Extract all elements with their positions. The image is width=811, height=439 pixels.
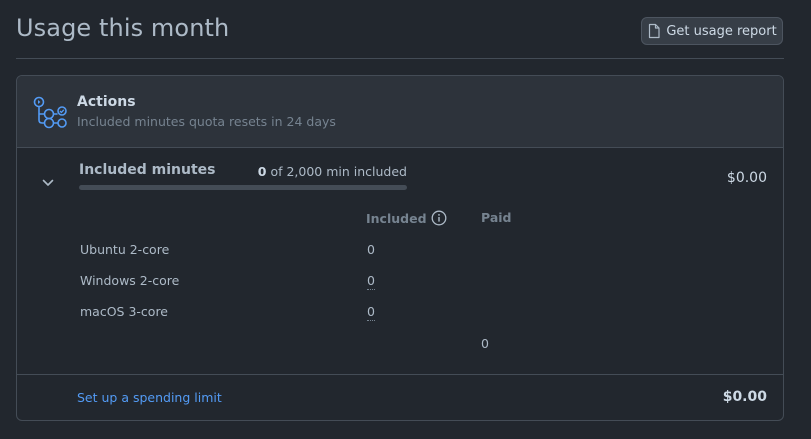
runner-row-included: 0	[367, 242, 375, 257]
included-minutes-summary: 0 of 2,000 min included	[217, 164, 407, 179]
actions-title: Actions	[77, 94, 136, 110]
runner-row-included-wrap: 0	[367, 273, 375, 290]
title-divider	[16, 58, 784, 59]
included-minutes-label: Included minutes	[79, 162, 216, 178]
file-icon	[647, 23, 661, 39]
spending-limit-link[interactable]: Set up a spending limit	[77, 390, 222, 405]
get-usage-report-button[interactable]: Get usage report	[641, 17, 783, 45]
runner-row-label: macOS 3-core	[80, 304, 168, 319]
runner-row-included[interactable]: 0	[367, 304, 375, 321]
get-usage-report-label: Get usage report	[666, 23, 777, 39]
footer-total-amount: $0.00	[722, 389, 767, 405]
chevron-down-icon[interactable]	[41, 173, 55, 192]
included-minutes-progress-bar	[79, 185, 407, 190]
included-column-header: Included	[366, 210, 447, 229]
paid-total: 0	[481, 336, 489, 351]
runner-row-label: Windows 2-core	[80, 273, 180, 288]
footer-divider	[17, 374, 783, 375]
actions-usage-card: Actions Included minutes quota resets in…	[16, 75, 784, 421]
runner-row-label: Ubuntu 2-core	[80, 242, 170, 257]
runner-row-included[interactable]: 0	[367, 273, 375, 290]
info-icon[interactable]	[431, 210, 447, 229]
page-title: Usage this month	[16, 14, 230, 42]
actions-total-amount: $0.00	[726, 170, 767, 186]
actions-quota-reset-text: Included minutes quota resets in 24 days	[77, 114, 336, 129]
actions-workflow-icon	[33, 95, 67, 133]
actions-card-header: Actions Included minutes quota resets in…	[17, 76, 783, 148]
included-column-label: Included	[366, 211, 427, 226]
paid-column-header: Paid	[481, 210, 512, 225]
minutes-quota-text: of 2,000 min included	[266, 164, 407, 179]
runner-row-included-wrap: 0	[367, 304, 375, 321]
